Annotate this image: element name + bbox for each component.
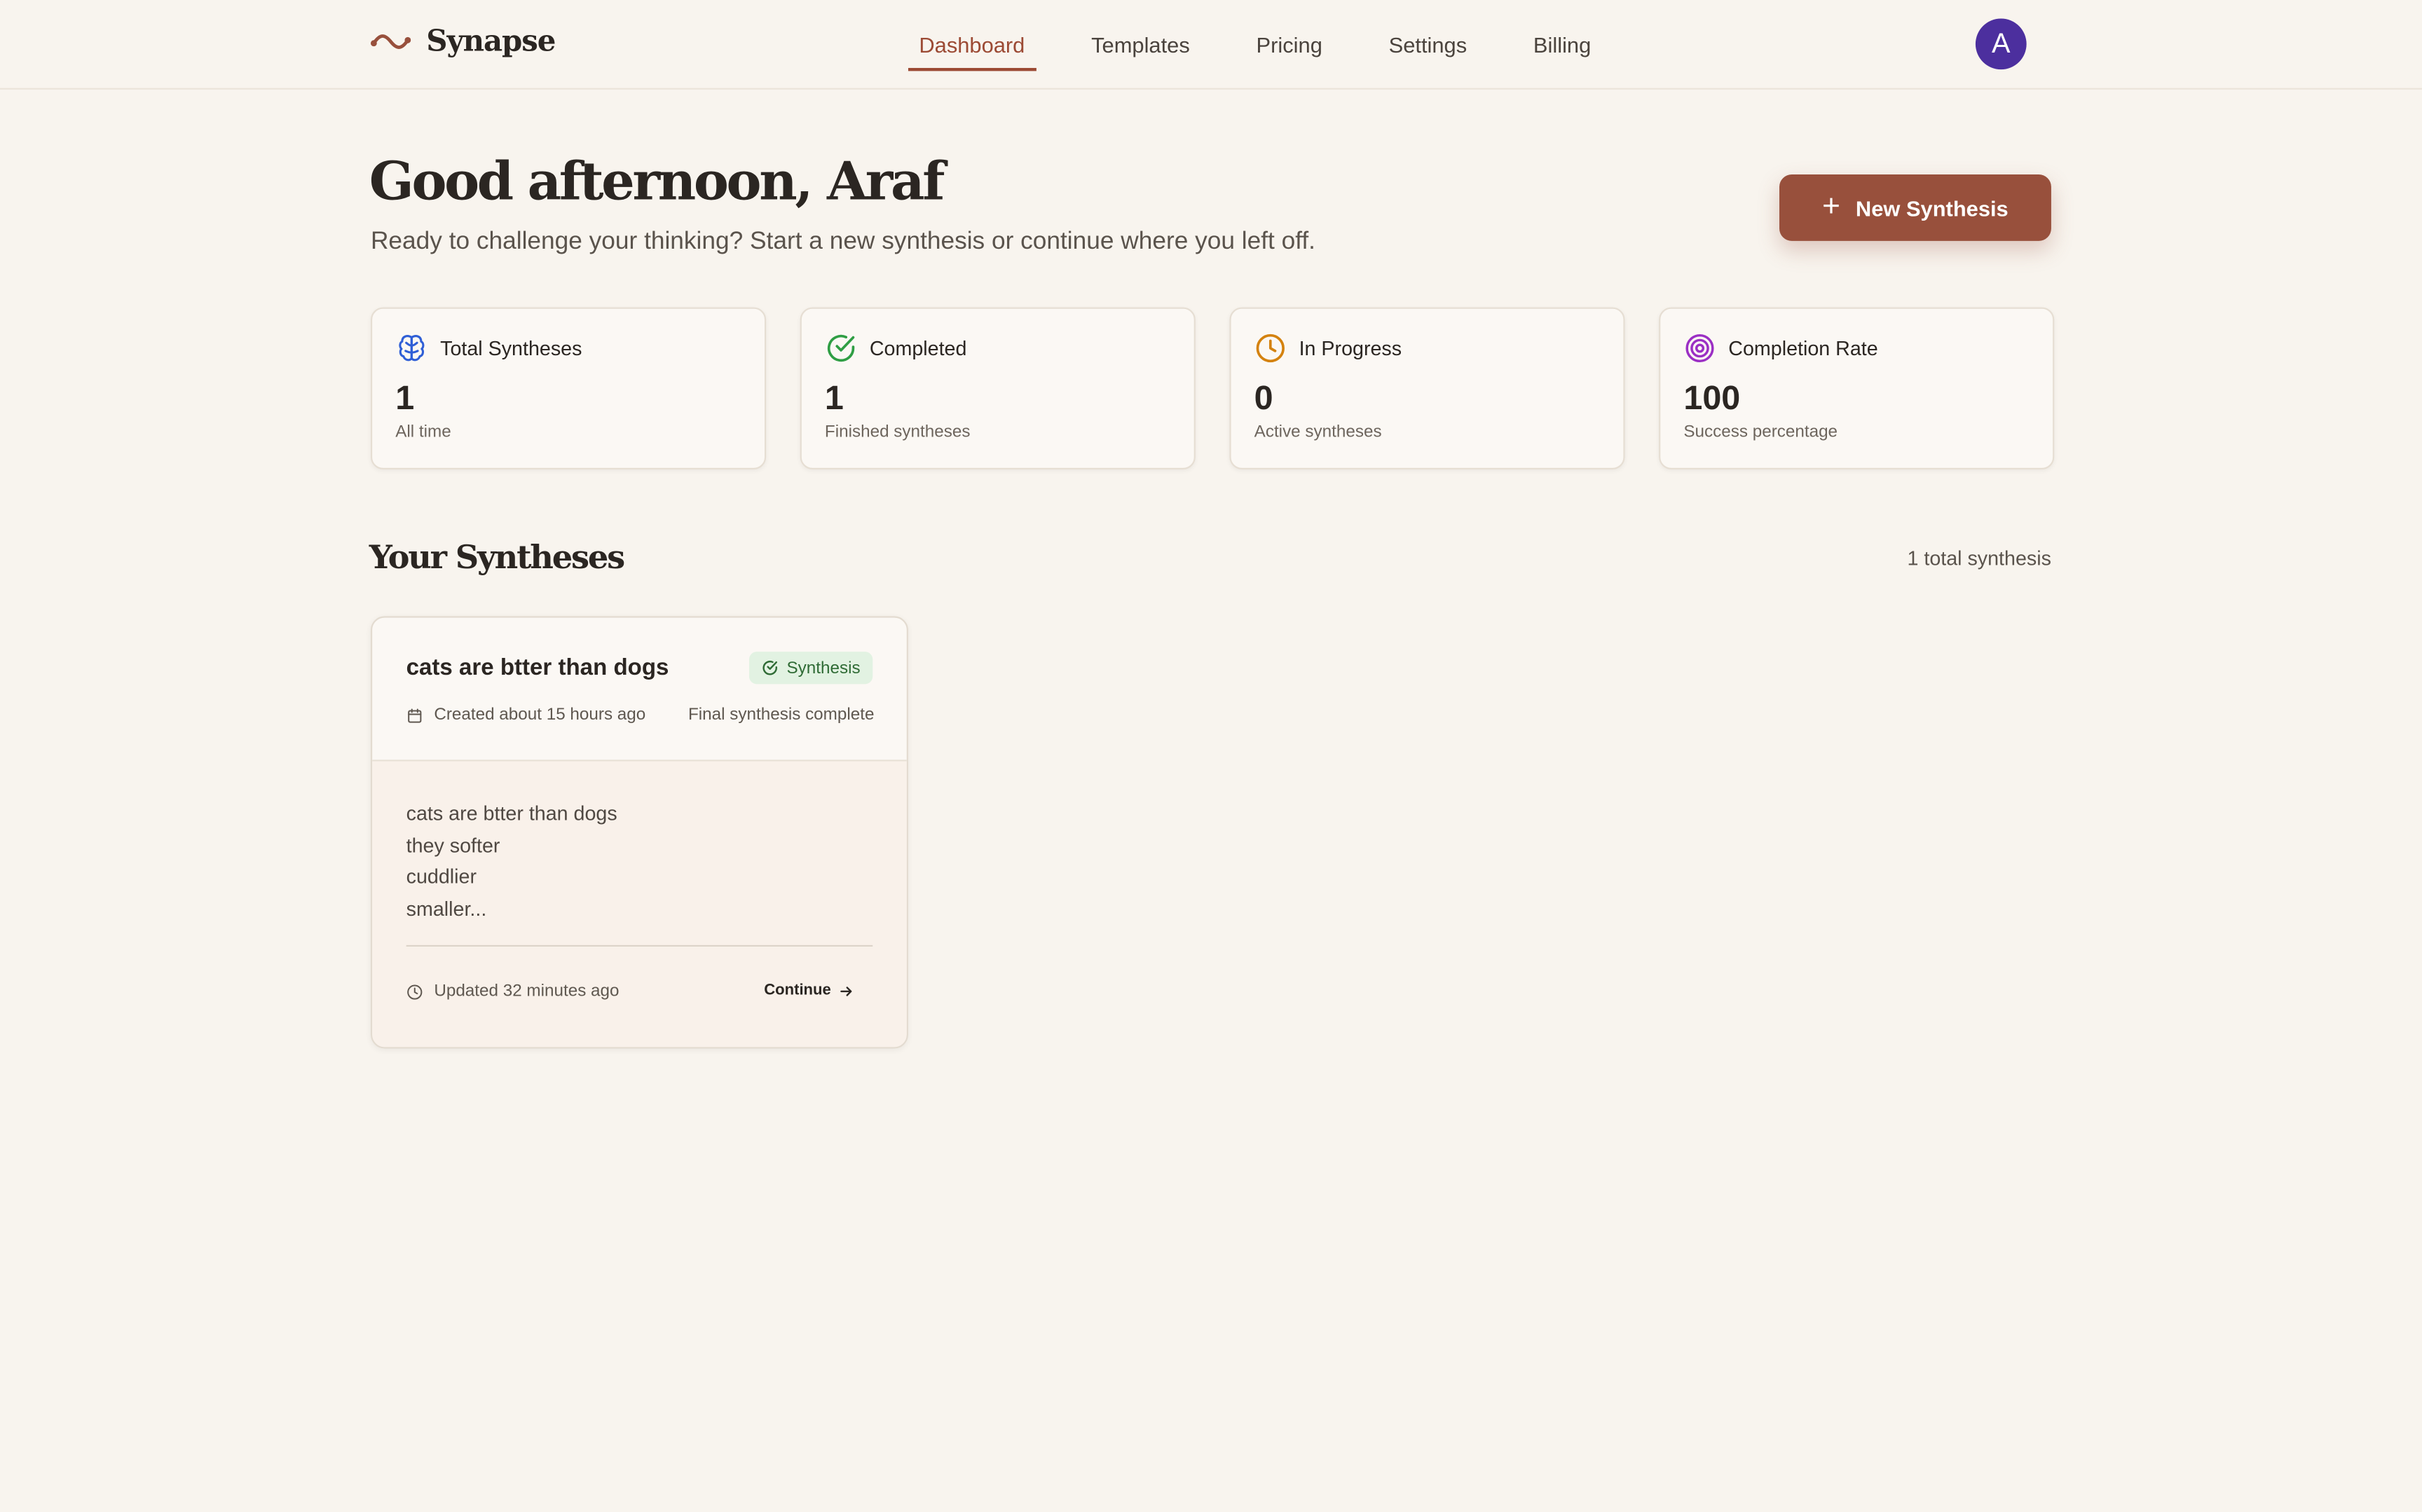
- status-badge: Synthesis: [749, 652, 873, 685]
- stat-card-in-progress: In Progress 0 Active syntheses: [1229, 307, 1625, 470]
- stat-card-total: Total Syntheses 1 All time: [370, 307, 767, 470]
- preview-line: smaller...: [406, 897, 487, 921]
- stat-caption: Active syntheses: [1254, 422, 1382, 442]
- stat-label: In Progress: [1299, 336, 1402, 360]
- stat-caption: Finished syntheses: [824, 422, 971, 442]
- arrow-right-icon: [840, 986, 852, 996]
- card-header: cats are btter than dogs Synthesis Creat…: [372, 618, 907, 762]
- synthesis-card[interactable]: cats are btter than dogs Synthesis Creat…: [370, 616, 908, 1049]
- calendar-icon: [408, 708, 422, 722]
- stat-value: 1: [824, 378, 844, 418]
- nav-item-billing[interactable]: Billing: [1522, 0, 1601, 90]
- user-avatar[interactable]: A: [1975, 18, 2027, 70]
- synthesis-preview: cats are btter than dogs they softer cud…: [406, 798, 617, 926]
- preview-line: cats are btter than dogs: [406, 801, 617, 825]
- new-synthesis-label: New Synthesis: [1855, 195, 2009, 221]
- stat-caption: Success percentage: [1683, 422, 1838, 442]
- nav-item-settings[interactable]: Settings: [1378, 0, 1477, 90]
- preview-line: cuddlier: [406, 865, 477, 889]
- syntheses-count: 1 total synthesis: [1907, 547, 2051, 570]
- main-nav: Dashboard Templates Pricing Settings Bil…: [908, 0, 1647, 90]
- synapse-logo-icon: [370, 34, 411, 49]
- updated-info: Updated 32 minutes ago: [406, 982, 620, 1001]
- nav-item-templates[interactable]: Templates: [1081, 0, 1200, 90]
- page-title: Good afternoon, Araf: [369, 151, 945, 214]
- target-icon: [1685, 334, 1714, 363]
- check-circle-icon: [763, 660, 778, 675]
- app-root: Synapse Dashboard Templates Pricing Sett…: [0, 0, 2422, 1512]
- nav-item-pricing[interactable]: Pricing: [1245, 0, 1333, 90]
- badge-label: Synthesis: [786, 659, 861, 678]
- synthesis-status: Final synthesis complete: [687, 706, 875, 724]
- card-body: cats are btter than dogs they softer cud…: [372, 761, 907, 1047]
- card-meta: Created about 15 hours ago Final synthes…: [406, 706, 875, 724]
- nav-item-dashboard[interactable]: Dashboard: [908, 0, 1036, 90]
- check-circle-icon: [827, 334, 855, 362]
- plus-icon: +: [1822, 188, 1840, 224]
- stat-value: 1: [395, 378, 415, 418]
- clock-icon: [1256, 334, 1285, 363]
- updated-time: Updated 32 minutes ago: [434, 982, 620, 1001]
- stats-row: Total Syntheses 1 All time Completed 1 F…: [370, 307, 2055, 470]
- stat-value: 100: [1683, 378, 1741, 418]
- created-time: Created about 15 hours ago: [434, 706, 646, 724]
- clock-icon: [407, 984, 423, 999]
- stat-label: Completion Rate: [1728, 336, 1878, 360]
- continue-label: Continue: [764, 982, 831, 999]
- top-navigation-bar: Synapse Dashboard Templates Pricing Sett…: [0, 0, 2422, 90]
- brand[interactable]: Synapse: [370, 25, 556, 59]
- preview-line: they softer: [406, 833, 500, 857]
- section-title: Your Syntheses: [369, 537, 625, 577]
- stat-value: 0: [1254, 378, 1273, 418]
- synthesis-title: cats are btter than dogs: [406, 654, 669, 681]
- stat-card-completed: Completed 1 Finished syntheses: [800, 307, 1196, 470]
- divider: [406, 944, 873, 947]
- brain-icon: [399, 335, 425, 362]
- stat-card-completion-rate: Completion Rate 100 Success percentage: [1659, 307, 2055, 470]
- continue-link[interactable]: Continue: [764, 982, 854, 999]
- brand-name: Synapse: [426, 25, 556, 59]
- page-subtitle: Ready to challenge your thinking? Start …: [370, 228, 1315, 255]
- new-synthesis-button[interactable]: + New Synthesis: [1779, 174, 2051, 241]
- stat-caption: All time: [395, 422, 451, 442]
- stat-label: Total Syntheses: [440, 336, 582, 360]
- stat-label: Completed: [869, 336, 967, 360]
